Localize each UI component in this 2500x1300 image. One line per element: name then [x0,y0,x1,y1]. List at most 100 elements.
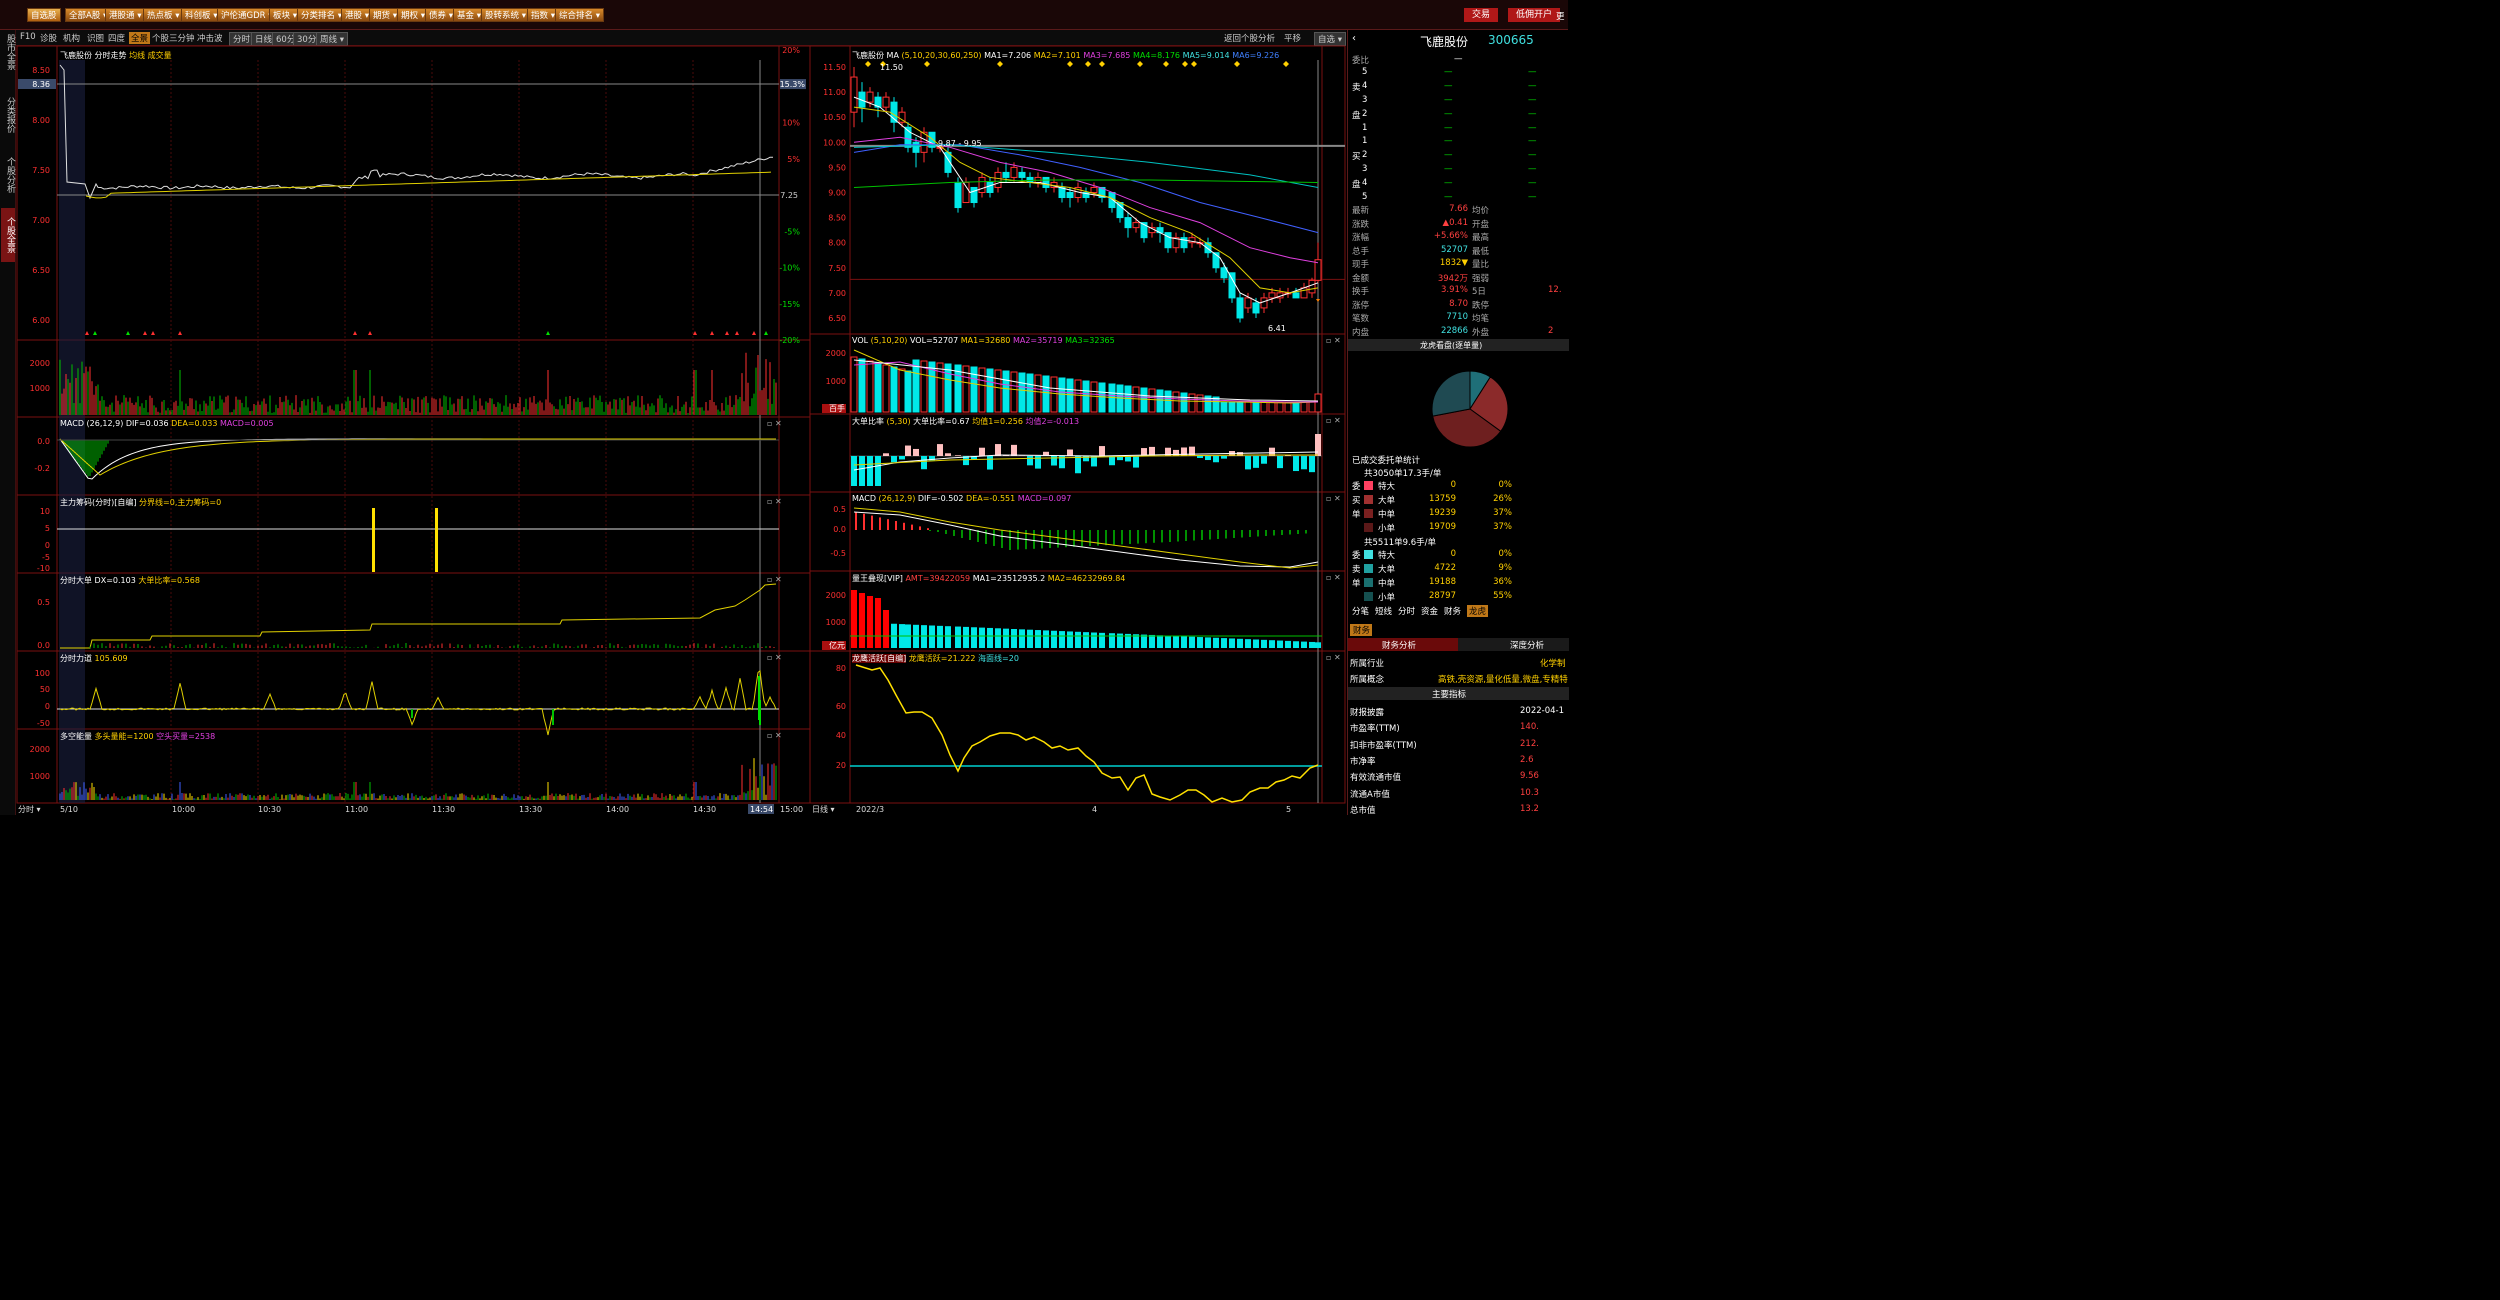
kvol-bar-56 [1300,401,1308,413]
signal-triangle-3 [143,331,147,335]
dadan-title[interactable]: 分时大单 DX=0.103 大单比率=0.568 [60,575,200,586]
signal-triangle-11 [725,331,729,335]
kvol-bar-2 [866,360,874,413]
selltable-count-3: 28797 [1428,591,1456,601]
signal-triangle-2 [126,331,130,335]
selltable-pct-0: 0% [1498,549,1513,559]
kdadan-bar-7 [905,445,911,456]
quote-tab-2[interactable]: 分时 [1398,605,1415,617]
longying-title[interactable]: 龙鹰活跃[自编] 龙鹰活跃=21.222 海面线=20 [852,653,1019,664]
time-tick-6: 13:30 [519,805,542,814]
more-button[interactable]: 更 [1556,10,1565,22]
fin-analysis-tab[interactable]: 财务分析 [1348,638,1458,651]
kdadan-title[interactable]: 大单比率 (5,30) 大单比率=0.67 均值1=0.256 均值2=-0.0… [852,416,1079,427]
zhuli-title[interactable]: 主力筹码(分时)[自编] 分界线=0,主力筹码=0 [60,497,221,508]
kvol-bar-52 [1268,401,1276,413]
buy-price-4: — [1444,178,1453,188]
candle-body-39 [1164,232,1172,249]
kmacd-tick-1: 0.0 [833,525,846,534]
quote-tab-0[interactable]: 分笔 [1352,605,1369,617]
menu-item-7[interactable]: 分类排名 ▾ [297,8,346,22]
kvol-bar-21 [1018,372,1026,413]
fin-tab[interactable]: 财务 [1350,624,1372,636]
candle-body-48 [1236,297,1244,319]
menu-item-2[interactable]: 港股通 ▾ [105,8,146,22]
lw-bar-53 [1277,640,1283,648]
menu-item-13[interactable]: 股转系统 ▾ [481,8,530,22]
kline-panel-frame-5 [809,650,1346,804]
indicator-value-0: 2022-04-1 [1520,706,1564,716]
buytable-side-2: 单 [1352,510,1361,520]
kvol-bar-28 [1074,379,1082,413]
back-arrow-icon[interactable]: ‹ [1352,33,1356,44]
lidao-title[interactable]: 分时力道 105.609 [60,653,128,664]
candle-body-27 [1066,191,1074,199]
kdadan-bar-28 [1075,456,1081,474]
lw-tick-1: 1000 [826,618,846,627]
deep-analysis-tab[interactable]: 深度分析 [1458,638,1569,651]
stat-value-5: 3942万 [1437,273,1468,284]
kdadan-bar-17 [987,456,993,470]
quote-tab-3[interactable]: 资金 [1421,605,1438,617]
lw-bar-18 [995,628,1001,648]
selltable-swatch-3 [1364,592,1373,601]
stat-label-4: 现手 [1352,260,1370,270]
kmacd-title[interactable]: MACD (26,12,9) DIF=-0.502 DEA=-0.551 MAC… [852,494,1071,503]
quote-tab-1[interactable]: 短线 [1375,605,1392,617]
lw-bar-56 [1301,641,1307,648]
kvol-tick-2: 百手 [829,403,845,413]
macd-title[interactable]: MACD (26,12,9) DIF=0.036 DEA=0.033 MACD=… [60,419,274,428]
menu-item-3[interactable]: 热点板 ▾ [143,8,184,22]
duokong-title[interactable]: 多空能量 多头量能=1200 空头买量=2538 [60,731,215,742]
stat-value-0: 7.66 [1449,204,1468,214]
candle-body-57 [1308,279,1316,294]
open-account-button[interactable]: 低佣开户 [1508,8,1561,22]
signal-triangle-13 [752,331,756,335]
kline-price-tick-2: 10.50 [823,113,846,122]
vol-tick-0: 2000 [30,359,50,368]
lw-bar-11 [937,625,943,648]
menu-item-0[interactable]: 自选股 [27,8,61,22]
event-diamond-10 [1191,61,1197,67]
concept-value: 高铁,壳资源,量化低量,微盘,专精特 [1438,675,1568,685]
candle-body-34 [1124,217,1132,229]
signal-triangle-9 [693,331,697,335]
lidao-line [59,669,777,736]
buytable-pct-3: 37% [1493,522,1512,532]
lw-bar-37 [1149,634,1155,648]
candle-body-55 [1292,292,1300,299]
candle-body-30 [1090,186,1098,193]
sell-header: 共5511单9.6手/单 [1364,538,1437,548]
buytable-count-2: 19239 [1428,508,1456,518]
kdadan-bar-56 [1301,456,1307,470]
lw-bar-52 [1269,640,1275,648]
quote-tab-5[interactable]: 龙虎 [1467,605,1489,617]
candle-body-52 [1268,292,1276,299]
stat-label2-6: 5日 [1472,287,1486,297]
kvol-bar-58 [1314,393,1322,413]
kvol-bar-51 [1260,401,1268,413]
selltable-side-2: 单 [1352,579,1361,589]
kvol-bar-30 [1090,381,1098,413]
time-tick-5: 11:30 [432,805,455,814]
kmacd-tick-0: 0.5 [833,505,846,514]
duokong-tick-0: 2000 [30,745,50,754]
lw-bar-1 [859,593,865,648]
sell-vol-2: — [1528,109,1537,119]
time-tick-10: 15:00 [780,805,803,814]
kmacd-dif [853,511,1319,568]
concept-label: 所属概念 [1350,675,1385,685]
kvol-bar-38 [1156,389,1164,413]
menu-item-15[interactable]: 综合排名 ▾ [555,8,604,22]
kvol-title[interactable]: VOL (5,10,20) VOL=52707 MA1=32680 MA2=35… [852,336,1115,345]
menu-item-4[interactable]: 科创板 ▾ [181,8,222,22]
lw-bar-48 [1237,638,1243,648]
kdadan-bar-20 [1011,444,1017,456]
quote-tab-4[interactable]: 财务 [1444,605,1461,617]
liangwang-title[interactable]: 量王叠现[VIP] AMT=39422059 MA1=23512935.2 MA… [852,573,1125,584]
kdadan-bar-3 [875,456,881,486]
indicator-value-5: 10.3 [1520,787,1539,798]
pct-tick-0: 20% [782,46,800,55]
trade-button[interactable]: 交易 [1464,8,1499,22]
menu-item-5[interactable]: 沪伦通GDR ▾ [217,8,277,22]
